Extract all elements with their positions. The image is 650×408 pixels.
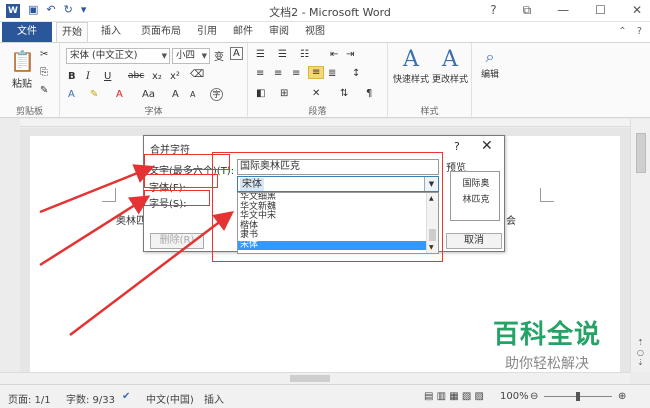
watermark: 百科全说 助你轻松解决 [482,320,612,373]
annotation-arrow [39,195,151,267]
watermark-title: 百科全说 [492,320,601,350]
watermark-subtitle: 助你轻松解决 [505,356,589,372]
